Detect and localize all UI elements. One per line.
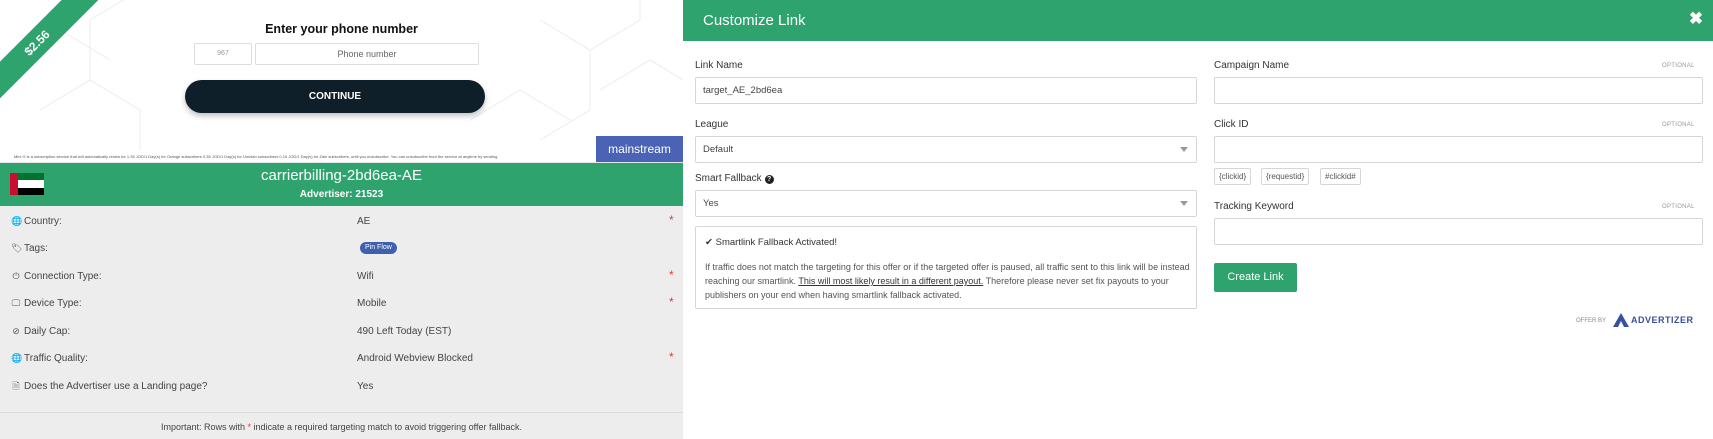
advertizer-logo-icon — [1613, 313, 1629, 327]
detail-value: Android Webview Blocked — [357, 353, 473, 364]
optional-label: OPTIONAL — [1662, 63, 1695, 69]
macro-chip[interactable]: {clickid} — [1214, 168, 1252, 185]
desktop-icon: 🖵 — [11, 298, 21, 308]
app-root: $2.56 Enter your phone number 967 Phone … — [0, 0, 1713, 439]
link-name-input[interactable]: target_AE_2bd6ea — [695, 77, 1197, 104]
mainstream-tag: mainstream — [596, 136, 683, 162]
smart-fallback-label: Smart Fallback? — [695, 173, 774, 184]
required-star: * — [669, 213, 674, 227]
chevron-down-icon — [1180, 201, 1188, 206]
advertizer-logo: ADVERTIZER — [1611, 311, 1703, 329]
fallback-text: If traffic does not match the targeting … — [705, 262, 1190, 300]
fallback-warning: This will most likely result in a differ… — [798, 276, 984, 286]
tracking-keyword-input[interactable] — [1214, 218, 1703, 245]
country-code-field[interactable]: 967 — [194, 43, 252, 65]
note-strong: Important: — [160, 422, 202, 432]
league-value: Default — [703, 144, 734, 155]
link-name-label: Link Name — [695, 60, 743, 71]
required-star: * — [669, 268, 674, 282]
detail-label: Connection Type: — [24, 271, 102, 282]
smart-fallback-value: Yes — [703, 198, 719, 209]
macro-chip[interactable]: #clickid# — [1320, 168, 1361, 185]
detail-label: Tags: — [24, 243, 48, 254]
detail-value: Yes — [357, 381, 374, 392]
offer-panel: $2.56 Enter your phone number 967 Phone … — [0, 0, 683, 439]
detail-value: 490 Left Today (EST) — [357, 326, 452, 337]
smart-fallback-select[interactable]: Yes — [695, 190, 1197, 217]
campaign-name-label: Campaign Name — [1214, 60, 1290, 71]
globe-icon: 🌐 — [11, 353, 23, 363]
tracking-keyword-label: Tracking Keyword — [1214, 201, 1294, 212]
globe-icon: 🌐 — [11, 216, 23, 226]
modal-header: Customize Link ✖ — [683, 0, 1713, 41]
fallback-info-box: ✔ Smartlink Fallback Activated! If traff… — [695, 226, 1197, 309]
required-star: * — [669, 350, 674, 364]
offer-name: carrierbilling-2bd6ea-AE — [261, 167, 422, 184]
question-circle-icon[interactable]: ? — [764, 175, 774, 184]
note-post: indicate a required targeting match to a… — [251, 422, 523, 432]
required-note: Important: Rows with * indicate a requir… — [0, 422, 683, 432]
preview-fineprint: Mini G is a subscription service that wi… — [14, 154, 498, 159]
customize-link-modal: Customize Link ✖ Link Name target_AE_2bd… — [683, 0, 1713, 439]
detail-label: Traffic Quality: — [24, 353, 88, 364]
optional-label: OPTIONAL — [1662, 122, 1695, 128]
detail-row-device: 🖵 Device Type: Mobile * — [0, 290, 683, 317]
close-icon[interactable]: ✖ — [1687, 10, 1705, 28]
brand-name: ADVERTIZER — [1631, 315, 1694, 325]
detail-row-landing-page: 🗎 Does the Advertiser use a Landing page… — [0, 373, 683, 400]
campaign-name-input[interactable] — [1214, 77, 1703, 104]
offer-details: 🌐 Country: AE * 🏷 Tags: Pin Flow ⏻ Conne… — [0, 206, 683, 439]
file-icon: 🗎 — [12, 381, 20, 391]
detail-value: Mobile — [357, 298, 387, 309]
detail-value: Wifi — [357, 271, 374, 282]
detail-label: Device Type: — [24, 298, 82, 309]
tag-icon: 🏷 — [11, 243, 23, 253]
ban-icon: ⊘ — [12, 326, 20, 336]
detail-label: Country: — [24, 216, 62, 227]
create-link-button[interactable]: Create Link — [1214, 263, 1297, 292]
check-icon: ✔ — [705, 237, 713, 248]
phone-number-field[interactable]: Phone number — [255, 43, 479, 65]
offer-header: carrierbilling-2bd6ea-AE Advertiser: 215… — [0, 163, 683, 206]
note-pre: Rows with — [201, 422, 248, 432]
macro-chip[interactable]: {requestid} — [1261, 168, 1310, 185]
tag-badge: Pin Flow — [360, 242, 397, 254]
detail-row-connection: ⏻ Connection Type: Wifi * — [0, 263, 683, 290]
offer-by-label: OFFER BY — [1576, 318, 1607, 324]
league-select[interactable]: Default — [695, 136, 1197, 163]
power-icon: ⏻ — [12, 271, 20, 281]
detail-row-daily-cap: ⊘ Daily Cap: 490 Left Today (EST) — [0, 318, 683, 345]
detail-label: Daily Cap: — [24, 326, 71, 337]
landing-preview: $2.56 Enter your phone number 967 Phone … — [0, 0, 683, 163]
chevron-down-icon — [1180, 147, 1188, 152]
offer-advertiser: Advertiser: 21523 — [299, 189, 384, 200]
preview-title: Enter your phone number — [265, 22, 418, 36]
optional-label: OPTIONAL — [1662, 204, 1695, 210]
fallback-title: ✔ Smartlink Fallback Activated! — [705, 237, 838, 248]
continue-button[interactable]: CONTINUE — [185, 80, 485, 113]
click-id-input[interactable] — [1214, 136, 1703, 163]
detail-value: AE — [357, 216, 371, 227]
detail-row-tags: 🏷 Tags: Pin Flow — [0, 235, 683, 262]
detail-row-traffic-quality: 🌐 Traffic Quality: Android Webview Block… — [0, 345, 683, 372]
league-label: League — [695, 119, 729, 130]
note-divider — [0, 412, 683, 413]
click-id-label: Click ID — [1214, 119, 1249, 130]
detail-row-country: 🌐 Country: AE * — [0, 208, 683, 235]
required-star: * — [669, 295, 674, 309]
modal-title: Customize Link — [703, 12, 806, 29]
detail-label: Does the Advertiser use a Landing page? — [24, 381, 208, 392]
